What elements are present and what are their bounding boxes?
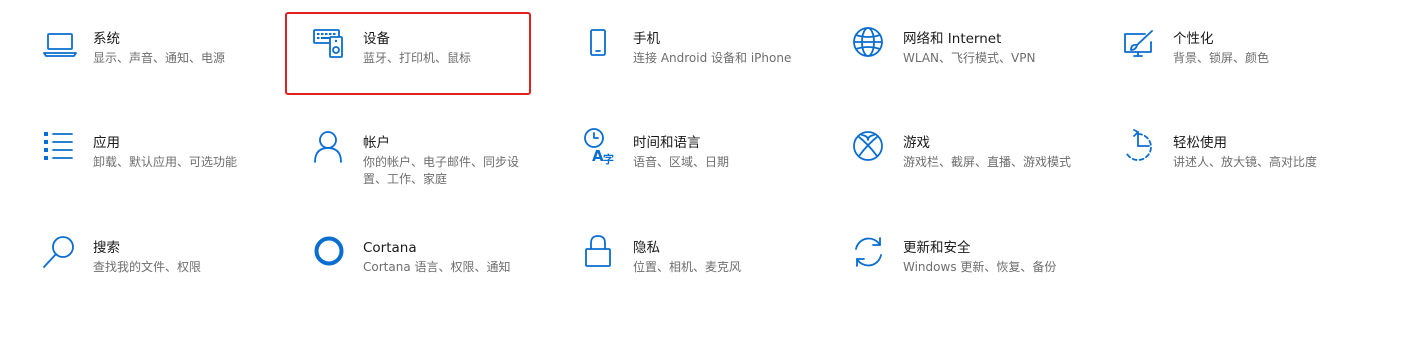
tile-description: 卸载、默认应用、可选功能 [93, 155, 238, 169]
tile-cortana[interactable]: Cortana Cortana 语言、权限、通知 [313, 236, 553, 319]
xbox-icon [853, 131, 889, 170]
tile-description: 你的帐户、电子邮件、同步设置、工作、家庭 [363, 155, 520, 186]
tile-title: 时间和语言 [633, 135, 701, 151]
person-icon [313, 131, 349, 170]
tile-privacy[interactable]: 隐私 位置、相机、麦克风 [583, 235, 823, 319]
tile-title: 应用 [93, 135, 120, 151]
apps-list-icon [43, 132, 79, 170]
tile-description: 语音、区域、日期 [633, 155, 730, 169]
svg-text:字: 字 [603, 152, 614, 166]
tile-title: 搜索 [93, 240, 120, 256]
tile-description: Windows 更新、恢复、备份 [903, 260, 1057, 274]
tile-title: 更新和安全 [903, 240, 971, 256]
tile-title: 轻松使用 [1173, 135, 1227, 151]
tile-devices[interactable]: 设备 蓝牙、打印机、鼠标 [313, 29, 553, 110]
search-icon [43, 236, 79, 275]
tile-description: 讲述人、放大镜、高对比度 [1173, 155, 1318, 169]
lock-icon [583, 235, 619, 275]
globe-icon [853, 27, 889, 66]
tile-description: 位置、相机、麦克风 [633, 260, 742, 274]
tile-phone[interactable]: 手机 连接 Android 设备和 iPhone [583, 29, 823, 110]
tile-title: 游戏 [903, 135, 930, 151]
tile-ease-of-access[interactable]: 轻松使用 讲述人、放大镜、高对比度 [1123, 129, 1363, 214]
tile-system[interactable]: 系统 显示、声音、通知、电源 [43, 30, 283, 110]
devices-icon [313, 29, 349, 66]
tile-network[interactable]: 网络和 Internet WLAN、飞行模式、VPN [853, 27, 1093, 110]
tile-gaming[interactable]: 游戏 游戏栏、截屏、直播、游戏模式 [853, 131, 1093, 214]
tile-title: 手机 [633, 31, 660, 47]
tile-description: 蓝牙、打印机、鼠标 [363, 51, 472, 65]
tile-time-language[interactable]: A 字 时间和语言 语音、区域、日期 [583, 128, 823, 214]
tile-search[interactable]: 搜索 查找我的文件、权限 [43, 236, 283, 319]
cortana-icon [313, 236, 349, 275]
personalization-icon [1123, 30, 1159, 66]
tile-title: 设备 [363, 31, 390, 47]
tile-description: WLAN、飞行模式、VPN [903, 51, 1036, 65]
tile-title: 帐户 [363, 135, 390, 151]
tile-title: 网络和 Internet [903, 31, 1002, 47]
laptop-icon [43, 30, 79, 66]
tile-description: 查找我的文件、权限 [93, 260, 202, 274]
tile-description: Cortana 语言、权限、通知 [363, 260, 511, 274]
sync-icon [853, 237, 889, 275]
tile-title: 隐私 [633, 240, 660, 256]
phone-icon [583, 29, 619, 66]
time-language-icon: A 字 [583, 128, 619, 170]
tile-title: 个性化 [1173, 31, 1214, 47]
tile-description: 显示、声音、通知、电源 [93, 51, 226, 65]
tile-description: 连接 Android 设备和 iPhone [633, 51, 792, 65]
ease-of-access-icon [1123, 129, 1159, 170]
tile-apps[interactable]: 应用 卸载、默认应用、可选功能 [43, 132, 283, 214]
tile-update-security[interactable]: 更新和安全 Windows 更新、恢复、备份 [853, 237, 1093, 319]
tile-description: 游戏栏、截屏、直播、游戏模式 [903, 155, 1072, 169]
tile-personalization[interactable]: 个性化 背景、锁屏、颜色 [1123, 30, 1363, 110]
tile-title: Cortana [363, 240, 417, 256]
tile-description: 背景、锁屏、颜色 [1173, 51, 1270, 65]
tile-accounts[interactable]: 帐户 你的帐户、电子邮件、同步设置、工作、家庭 [313, 131, 553, 214]
tile-title: 系统 [93, 31, 120, 47]
